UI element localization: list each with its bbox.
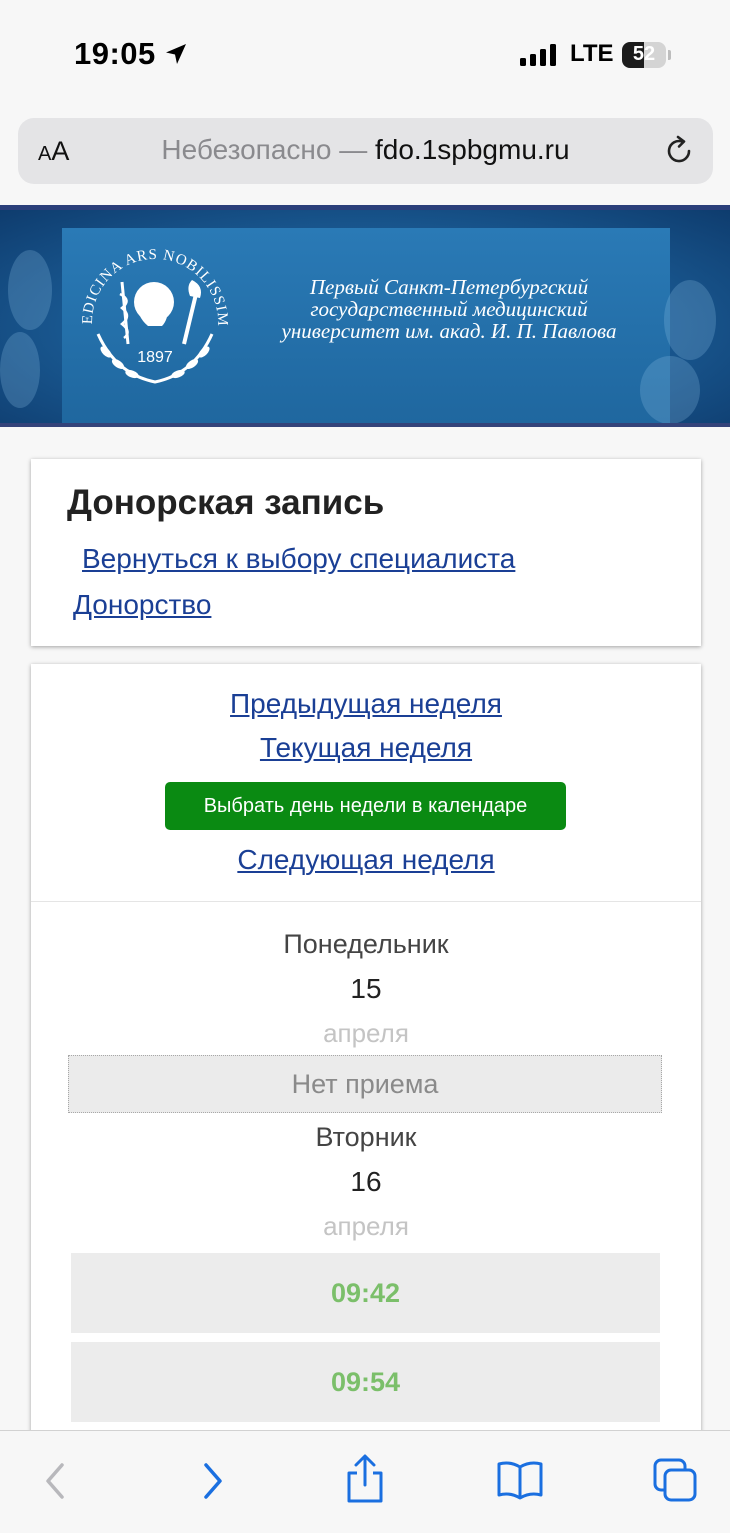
day-number: 16 bbox=[350, 1166, 382, 1197]
status-bar: 19:05 LTE 52 bbox=[0, 0, 730, 110]
cellular-signal-icon bbox=[520, 44, 556, 66]
domain-text: fdo.1spbgmu.ru bbox=[375, 134, 570, 165]
back-icon[interactable] bbox=[40, 1459, 70, 1503]
current-week-link[interactable]: Текущая неделя bbox=[260, 732, 472, 763]
forward-icon[interactable] bbox=[198, 1459, 228, 1503]
header-card: Донорская запись Вернуться к выбору спец… bbox=[31, 459, 701, 646]
day-name: Понедельник bbox=[283, 929, 449, 959]
day-number: 15 bbox=[350, 973, 382, 1004]
next-week-link[interactable]: Следующая неделя bbox=[237, 844, 494, 875]
university-name: Первый Санкт-Петербургский государственн… bbox=[281, 275, 617, 343]
browser-toolbar bbox=[0, 1430, 730, 1533]
time-slot-button[interactable]: 09:54 bbox=[71, 1342, 660, 1422]
logo-year: 1897 bbox=[137, 349, 173, 366]
battery-percent: 52 bbox=[632, 43, 656, 65]
donation-link[interactable]: Донорство bbox=[73, 589, 211, 621]
tabs-icon[interactable] bbox=[652, 1457, 698, 1503]
no-reception-badge: Нет приема bbox=[68, 1055, 662, 1113]
bookmarks-icon[interactable] bbox=[496, 1459, 544, 1501]
schedule-card: Предыдущая неделя Текущая неделя Выбрать… bbox=[31, 664, 701, 1464]
day-name: Вторник bbox=[315, 1122, 417, 1152]
location-arrow-icon bbox=[166, 44, 186, 64]
choose-day-calendar-button[interactable]: Выбрать день недели в календаре bbox=[165, 782, 566, 830]
status-time: 19:05 bbox=[74, 36, 156, 71]
leaf-decoration-icon bbox=[0, 250, 52, 408]
divider bbox=[31, 901, 701, 902]
security-warning: Небезопасно — bbox=[161, 134, 368, 165]
university-logo: MEDICINA ARS NOBILISSIMA 1897 bbox=[76, 224, 229, 384]
share-icon[interactable] bbox=[344, 1453, 386, 1505]
address-bar[interactable]: AA Небезопасно — fdo.1spbgmu.ru bbox=[18, 118, 713, 184]
prev-week-link[interactable]: Предыдущая неделя bbox=[230, 688, 502, 719]
url-display[interactable]: Небезопасно — fdo.1spbgmu.ru bbox=[18, 134, 713, 166]
back-to-specialist-link[interactable]: Вернуться к выбору специалиста bbox=[82, 543, 515, 575]
time-slot-button[interactable]: 09:42 bbox=[71, 1253, 660, 1333]
reload-icon[interactable] bbox=[662, 134, 696, 168]
network-type: LTE bbox=[570, 40, 614, 67]
page-title: Донорская запись bbox=[67, 483, 385, 522]
month-name: апреля bbox=[323, 1018, 409, 1048]
month-name: апреля bbox=[323, 1211, 409, 1241]
